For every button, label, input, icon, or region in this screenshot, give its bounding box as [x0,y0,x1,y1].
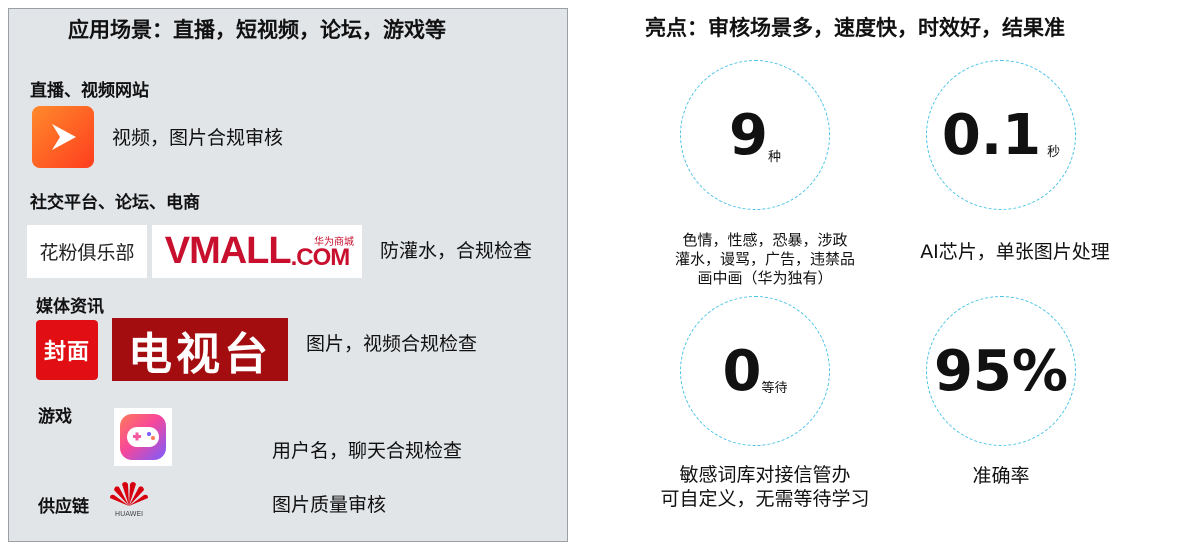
huawei-logo-text: HUAWEI [114,510,144,518]
huawei-petal-icon [110,482,148,506]
caption-line: 色情，性感，恐暴，涉政 [682,231,848,249]
play-icon [52,124,76,150]
stat-value-speed: 0.1 [941,102,1042,168]
game-app-logo [114,408,172,466]
caption-line: AI芯片，单张图片处理 [920,241,1110,263]
fengmian-logo: 封面 [36,320,98,380]
desc-media-news: 图片，视频合规检查 [306,333,478,355]
stat-value-categories: 9 [729,102,768,168]
video-app-logo [32,106,94,168]
huafen-club-logo: 花粉俱乐部 [27,225,147,278]
stat-caption-accuracy: 准确率 [926,464,1076,488]
huafen-logo-text: 花粉俱乐部 [39,242,135,264]
caption-line: 准确率 [972,465,1030,487]
category-games: 游戏 [38,407,72,427]
caption-line: 画中画（华为独有） [697,269,833,287]
stat-value-categories-wrap: 9种 [680,60,830,210]
vmall-logo: VMALL .COM 华为商城 [152,225,362,278]
stat-value-accuracy-wrap: 95% [926,296,1076,446]
desc-supply-chain: 图片质量审核 [272,494,387,516]
desc-live-video: 视频，图片合规审核 [112,127,284,149]
stat-value-wait: 0 [722,338,762,404]
tv-station-logo: 电视台 [112,318,288,381]
vmall-logo-cn: 华为商城 [314,237,354,248]
caption-line: 可自定义，无需等待学习 [660,488,870,510]
category-supply-chain: 供应链 [38,497,89,517]
category-live-video: 直播、视频网站 [30,81,149,101]
game-app-icon-bg [120,414,166,460]
category-social-forum: 社交平台、论坛、电商 [30,193,200,213]
desc-games: 用户名，聊天合规检查 [272,440,463,462]
desc-social-forum: 防灌水，合规检查 [380,240,533,262]
stat-caption-categories: 色情，性感，恐暴，涉政 灌水，谩骂，广告，违禁品 画中画（华为独有） [655,231,875,288]
caption-line: 灌水，谩骂，广告，违禁品 [674,250,855,268]
stat-caption-speed: AI芯片，单张图片处理 [900,240,1130,264]
category-media-news: 媒体资讯 [36,297,104,317]
stat-caption-wait: 敏感词库对接信管办 可自定义，无需等待学习 [645,463,885,511]
stat-value-accuracy: 95% [933,338,1069,404]
vmall-logo-text: VMALL [164,230,292,272]
stat-unit-speed: 秒 [1047,144,1061,160]
stat-value-wait-wrap: 0 等待 [680,296,830,446]
gamepad-icon [127,427,159,447]
stat-unit-wait: 等待 [761,380,788,396]
caption-line: 敏感词库对接信管办 [679,464,851,486]
huawei-logo: HUAWEI [108,478,150,518]
stat-value-speed-wrap: 0.1 秒 [926,60,1076,210]
scenarios-title: 应用场景：直播，短视频，论坛，游戏等 [68,18,446,42]
stat-unit-categories: 种 [767,149,781,165]
highlights-title: 亮点：审核场景多，速度快，时效好，结果准 [645,16,1065,40]
